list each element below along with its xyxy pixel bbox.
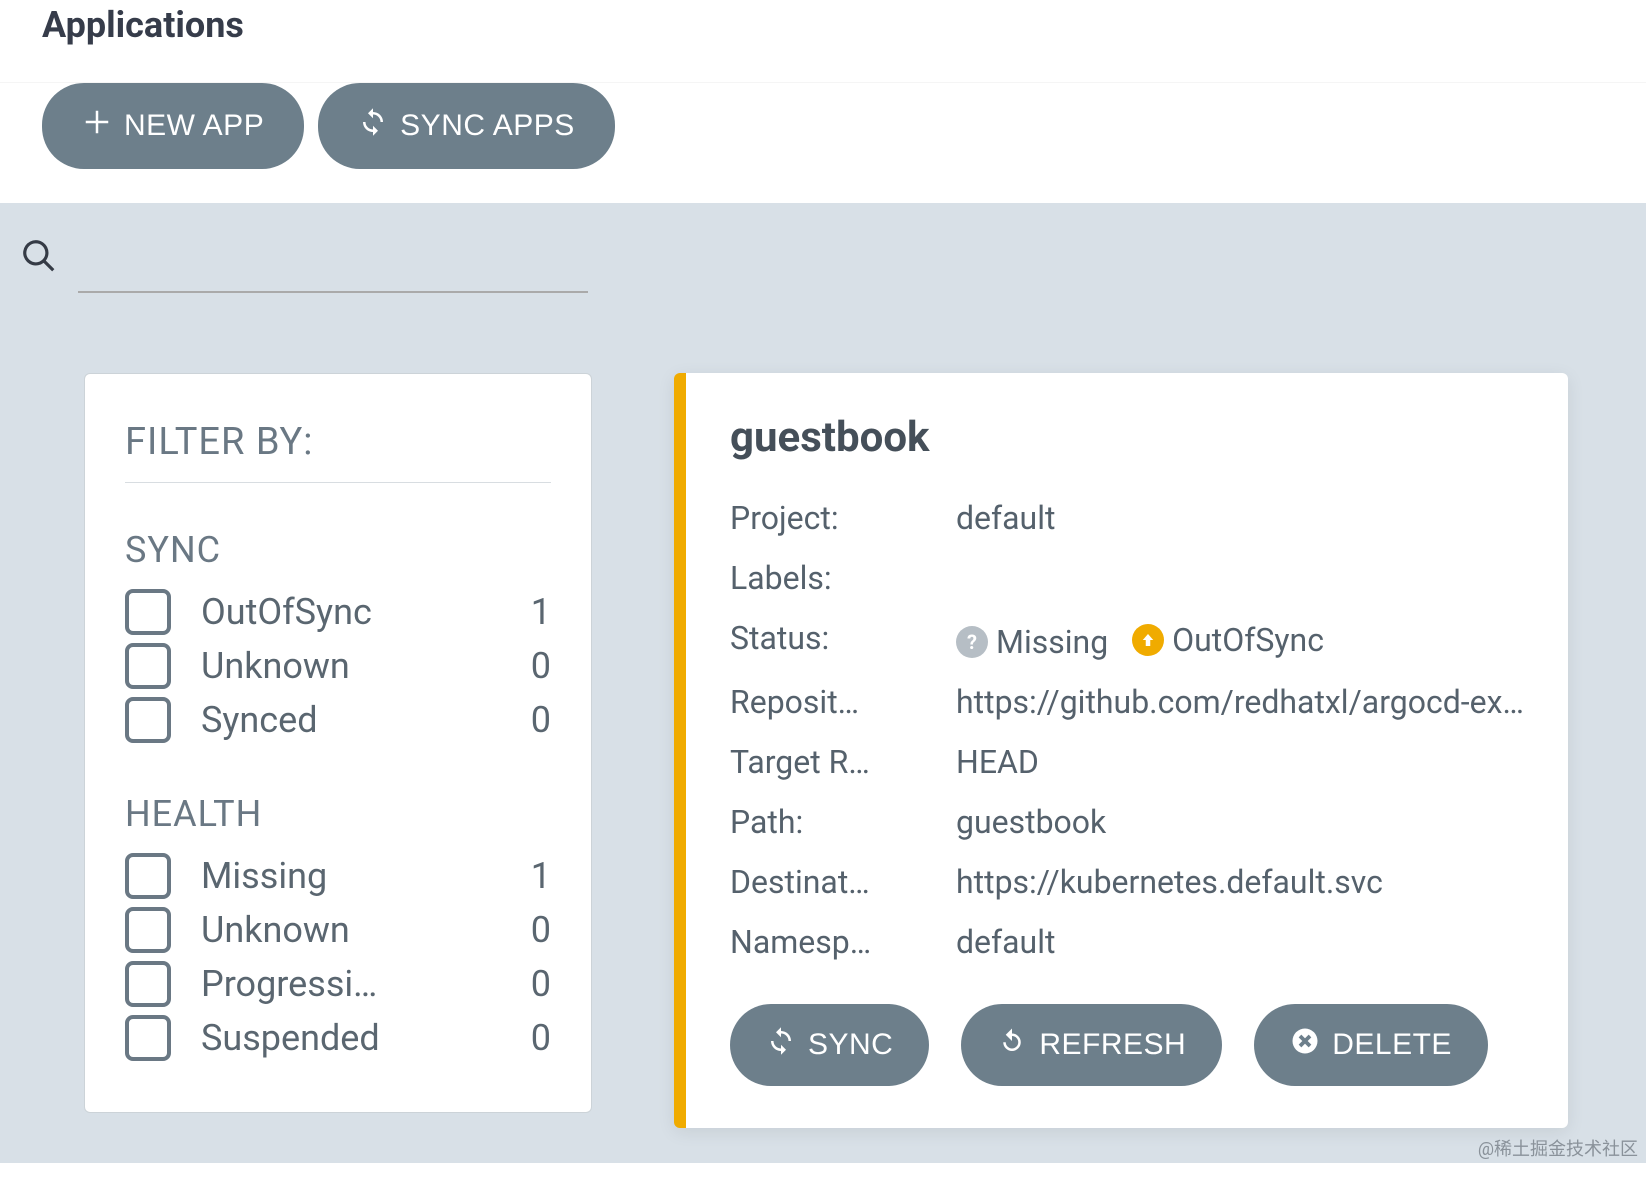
status-outofsync-text: OutOfSync bbox=[1172, 616, 1324, 664]
row-namespace: Namesp… default bbox=[730, 912, 1528, 972]
labels-label: Labels: bbox=[730, 554, 956, 602]
main-area: FILTER BY: SYNC OutOfSync 1 Unknown 0 Sy… bbox=[0, 203, 1646, 1163]
labels-value bbox=[956, 554, 1528, 602]
filter-label: Unknown bbox=[201, 909, 521, 951]
filter-panel: FILTER BY: SYNC OutOfSync 1 Unknown 0 Sy… bbox=[84, 373, 592, 1113]
row-labels: Labels: bbox=[730, 548, 1528, 608]
delete-button[interactable]: DELETE bbox=[1254, 1004, 1488, 1086]
checkbox-icon[interactable] bbox=[125, 1015, 171, 1061]
sync-apps-button[interactable]: SYNC APPS bbox=[318, 83, 615, 169]
filter-count: 0 bbox=[521, 963, 551, 1005]
filter-row-outofsync[interactable]: OutOfSync 1 bbox=[125, 585, 551, 639]
status-missing: ? Missing bbox=[956, 618, 1108, 666]
delete-label: DELETE bbox=[1332, 1028, 1452, 1062]
path-value: guestbook bbox=[956, 798, 1528, 846]
filter-label: Missing bbox=[201, 855, 521, 897]
app-name: guestbook bbox=[730, 413, 1528, 462]
app-card[interactable]: guestbook Project: default Labels: Statu… bbox=[674, 373, 1568, 1128]
checkbox-icon[interactable] bbox=[125, 961, 171, 1007]
repo-value: https://github.com/redhatxl/argocd-ex… bbox=[956, 678, 1528, 726]
filter-count: 0 bbox=[521, 909, 551, 951]
dest-value: https://kubernetes.default.svc bbox=[956, 858, 1528, 906]
sync-icon bbox=[358, 107, 388, 145]
toolbar: NEW APP SYNC APPS bbox=[0, 82, 1646, 203]
filter-section-sync-title: SYNC bbox=[125, 529, 551, 571]
path-label: Path: bbox=[730, 798, 956, 846]
filter-section-health-title: HEALTH bbox=[125, 793, 551, 835]
filter-by-title: FILTER BY: bbox=[125, 420, 551, 483]
checkbox-icon[interactable] bbox=[125, 907, 171, 953]
target-label: Target R… bbox=[730, 738, 956, 786]
dest-label: Destinat… bbox=[730, 858, 956, 906]
checkbox-icon[interactable] bbox=[125, 643, 171, 689]
filter-row-progressing[interactable]: Progressi… 0 bbox=[125, 957, 551, 1011]
plus-icon bbox=[82, 107, 112, 145]
row-status: Status: ? Missing OutOfSync bbox=[730, 608, 1528, 672]
delete-icon bbox=[1290, 1026, 1320, 1064]
filter-row-synced[interactable]: Synced 0 bbox=[125, 693, 551, 747]
project-label: Project: bbox=[730, 494, 956, 542]
filter-row-suspended[interactable]: Suspended 0 bbox=[125, 1011, 551, 1065]
status-missing-text: Missing bbox=[996, 618, 1108, 666]
sync-label: SYNC bbox=[808, 1028, 893, 1062]
status-value: ? Missing OutOfSync bbox=[956, 614, 1528, 666]
arrow-up-icon bbox=[1132, 624, 1164, 656]
project-value: default bbox=[956, 494, 1528, 542]
card-actions: SYNC REFRESH DELETE bbox=[730, 1004, 1528, 1086]
filter-label: Unknown bbox=[201, 645, 521, 687]
sync-icon bbox=[766, 1026, 796, 1064]
row-destination: Destinat… https://kubernetes.default.svc bbox=[730, 852, 1528, 912]
refresh-icon bbox=[997, 1026, 1027, 1064]
repo-label: Reposit… bbox=[730, 678, 956, 726]
filter-count: 1 bbox=[521, 855, 551, 897]
sync-apps-label: SYNC APPS bbox=[400, 109, 575, 143]
filter-count: 1 bbox=[521, 591, 551, 633]
filter-count: 0 bbox=[521, 699, 551, 741]
filter-count: 0 bbox=[521, 1017, 551, 1059]
target-value: HEAD bbox=[956, 738, 1528, 786]
status-outofsync: OutOfSync bbox=[1132, 616, 1324, 664]
search-icon[interactable] bbox=[20, 237, 78, 293]
search-row bbox=[0, 237, 1646, 293]
filter-row-unknown-health[interactable]: Unknown 0 bbox=[125, 903, 551, 957]
filter-count: 0 bbox=[521, 645, 551, 687]
page-title: Applications bbox=[0, 0, 1646, 82]
status-label: Status: bbox=[730, 614, 956, 666]
new-app-button[interactable]: NEW APP bbox=[42, 83, 304, 169]
checkbox-icon[interactable] bbox=[125, 853, 171, 899]
filter-label: OutOfSync bbox=[201, 591, 521, 633]
refresh-button[interactable]: REFRESH bbox=[961, 1004, 1222, 1086]
ns-value: default bbox=[956, 918, 1528, 966]
filter-label: Progressi… bbox=[201, 963, 521, 1005]
row-path: Path: guestbook bbox=[730, 792, 1528, 852]
filter-row-missing[interactable]: Missing 1 bbox=[125, 849, 551, 903]
refresh-label: REFRESH bbox=[1039, 1028, 1186, 1062]
filter-label: Synced bbox=[201, 699, 521, 741]
filter-row-unknown-sync[interactable]: Unknown 0 bbox=[125, 639, 551, 693]
question-icon: ? bbox=[956, 626, 988, 658]
filter-label: Suspended bbox=[201, 1017, 521, 1059]
row-repository: Reposit… https://github.com/redhatxl/arg… bbox=[730, 672, 1528, 732]
new-app-label: NEW APP bbox=[124, 109, 264, 143]
sync-button[interactable]: SYNC bbox=[730, 1004, 929, 1086]
checkbox-icon[interactable] bbox=[125, 697, 171, 743]
row-target-revision: Target R… HEAD bbox=[730, 732, 1528, 792]
ns-label: Namesp… bbox=[730, 918, 956, 966]
watermark: @稀土掘金技术社区 bbox=[1478, 1135, 1638, 1161]
row-project: Project: default bbox=[730, 488, 1528, 548]
checkbox-icon[interactable] bbox=[125, 589, 171, 635]
search-input[interactable] bbox=[78, 291, 588, 293]
